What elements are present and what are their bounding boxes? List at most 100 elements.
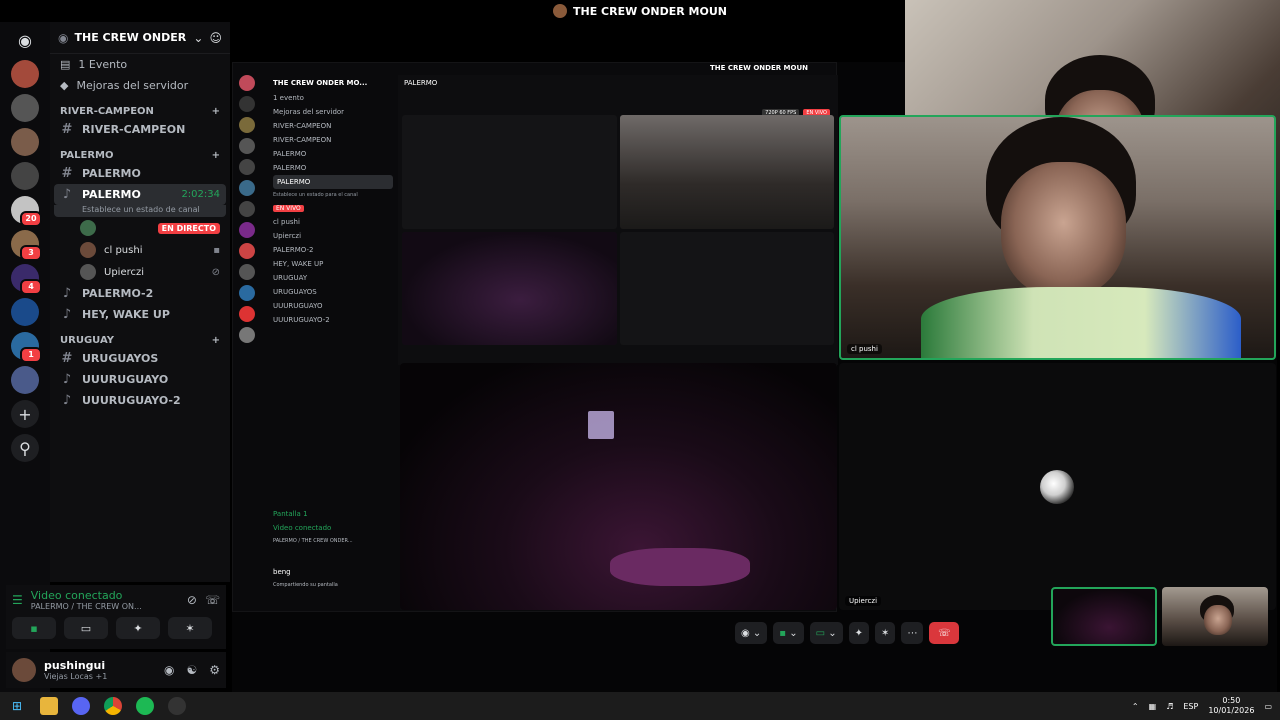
channel-label: PALERMO [82,167,141,180]
category-uruguay[interactable]: URUGUAY + [50,325,230,348]
video-tile-cam[interactable]: cl pushi [839,115,1276,360]
notification-badge: 4 [20,279,42,295]
soundboard-button[interactable]: ✶ [168,617,212,639]
light-spot [588,411,614,439]
headphones-icon[interactable]: ☯ [186,663,197,677]
channel-palermo-text[interactable]: # PALERMO [50,163,230,184]
voice-channel-palermo-2[interactable]: ♪ PALERMO-2 [50,283,230,304]
invite-icon[interactable]: ☺ [209,31,222,45]
user-panel: pushingui Viejas Locas +1 ◉ ☯ ⚙ [6,652,226,688]
network-icon[interactable]: ▦ [1149,702,1157,711]
share-window-title: THE CREW ONDER MOUN [710,64,809,72]
screen-icon: ▭ [80,621,92,635]
events-link[interactable]: ▤ 1 Evento [50,54,230,75]
soundboard-button[interactable]: ✶ [875,622,896,644]
camera-button[interactable]: ▪ [12,617,56,639]
hang-up-button[interactable]: ☏ [929,622,960,644]
voice-channel-hey-wake-up[interactable]: ♪ HEY, WAKE UP [50,304,230,325]
server-folder-icon[interactable] [11,366,39,394]
discord-home-icon[interactable]: ◉ [11,26,39,54]
live-badge: EN DIRECTO [157,222,220,234]
gear-icon[interactable]: ⚙ [209,663,220,677]
microphone-button[interactable]: ◉ ⌄ [735,622,768,644]
speaker-icon: ♪ [62,286,72,301]
channel-uruguayos[interactable]: # URUGUAYOS [50,348,230,369]
activities-button[interactable]: ✦ [848,622,870,644]
voice-location[interactable]: PALERMO / THE CREW ON... [31,602,179,611]
inner-channel: UUURUGUAYO [273,302,323,310]
inner-server-rail [233,75,261,605]
inner-channel: PALERMO-2 [273,246,314,254]
microphone-icon[interactable]: ◉ [164,663,174,677]
server-header[interactable]: ◉ THE CREW ONDER ... ⌄ ☺ [50,22,230,54]
server-icon[interactable] [11,60,39,88]
file-explorer-icon[interactable] [40,697,58,715]
pip-thumbnail-screenshare[interactable] [1051,587,1157,646]
server-icon[interactable]: 20 [11,196,42,227]
voice-channel-uuuruguayo-2[interactable]: ♪ UUURUGUAYO-2 [50,390,230,411]
notification-icon[interactable]: ▭ [1264,702,1272,711]
noise-suppression-icon[interactable]: ⊘ [187,593,197,607]
voice-member[interactable]: EN DIRECTO [50,217,230,239]
add-channel-icon[interactable]: + [212,150,220,161]
pip-face [1204,605,1232,635]
add-channel-icon[interactable]: + [212,335,220,346]
windows-start-icon[interactable]: ⊞ [8,697,26,715]
inner-channel: HEY, WAKE UP [273,260,324,268]
disconnect-icon[interactable]: ☏ [205,593,220,607]
server-icon[interactable] [11,128,39,156]
more-options-button[interactable]: ⋯ [901,622,924,644]
server-boost-link[interactable]: ◆ Mejoras del servidor [50,75,230,96]
discord-taskbar-icon[interactable] [72,697,90,715]
server-icon[interactable]: 4 [11,264,42,295]
language-indicator[interactable]: ESP [1183,702,1198,711]
video-tile-screenshare[interactable] [400,363,837,610]
channel-label: UUURUGUAYO-2 [82,394,181,407]
voice-member[interactable]: cl pushi ▪ [50,239,230,261]
channel-river-campeon[interactable]: # RIVER-CAMPEON [50,119,230,140]
inner-boost: Mejoras del servidor [273,108,345,116]
channel-status[interactable]: Establece un estado de canal [54,205,226,217]
inner-active-channel: PALERMO [273,175,393,189]
pip-thumbnail-cam[interactable] [1162,587,1268,646]
discover-icon[interactable]: ⚲ [11,434,39,462]
inner-server-name: THE CREW ONDER MO... [273,79,368,87]
chevron-up-icon[interactable]: ⌃ [1132,702,1139,711]
camera-icon: ▪ [213,244,220,256]
volume-icon[interactable]: ♬ [1166,702,1173,711]
server-icon[interactable]: 1 [11,332,42,363]
category-label: URUGUAY [60,335,114,346]
camera-button[interactable]: ▪ ⌄ [773,622,804,644]
server-icon[interactable] [11,94,39,122]
server-header-icon: ◉ [58,30,69,45]
server-icon[interactable]: 3 [11,230,42,261]
camera-icon: ▪ [30,621,38,635]
voice-channel-palermo[interactable]: ♪ PALERMO 2:02:34 [54,184,226,205]
notification-badge: 20 [20,211,42,227]
shirt-highlight [610,548,750,586]
inner-channel: RIVER-CAMPEON [273,136,332,144]
activities-button[interactable]: ✦ [116,617,160,639]
voice-member[interactable]: Upierczi ⊘ [50,261,230,283]
category-river[interactable]: RIVER-CAMPEON + [50,96,230,119]
server-icon[interactable] [11,162,39,190]
inner-channel: URUGUAYOS [273,288,317,296]
spotify-icon[interactable] [136,697,154,715]
screenshare-button[interactable]: ▭ [64,617,108,639]
inner-member: cl pushi [273,218,300,226]
add-server-icon[interactable]: + [11,400,39,428]
inner-server-icon [239,180,255,196]
clock[interactable]: 0:50 10/01/2026 [1208,696,1254,716]
avatar[interactable] [12,658,36,682]
add-channel-icon[interactable]: + [212,106,220,117]
voice-status: Video conectado [30,589,123,602]
voice-channel-uuuruguayo[interactable]: ♪ UUURUGUAYO [50,369,230,390]
screenshare-button[interactable]: ▭ ⌄ [809,622,843,644]
app-icon[interactable] [168,697,186,715]
inner-live-label: EN VIVO [273,205,304,212]
activities-icon: ✦ [133,621,143,635]
hash-icon: # [61,351,73,366]
category-palermo[interactable]: PALERMO + [50,140,230,163]
server-icon[interactable] [11,298,39,326]
chrome-icon[interactable] [104,697,122,715]
